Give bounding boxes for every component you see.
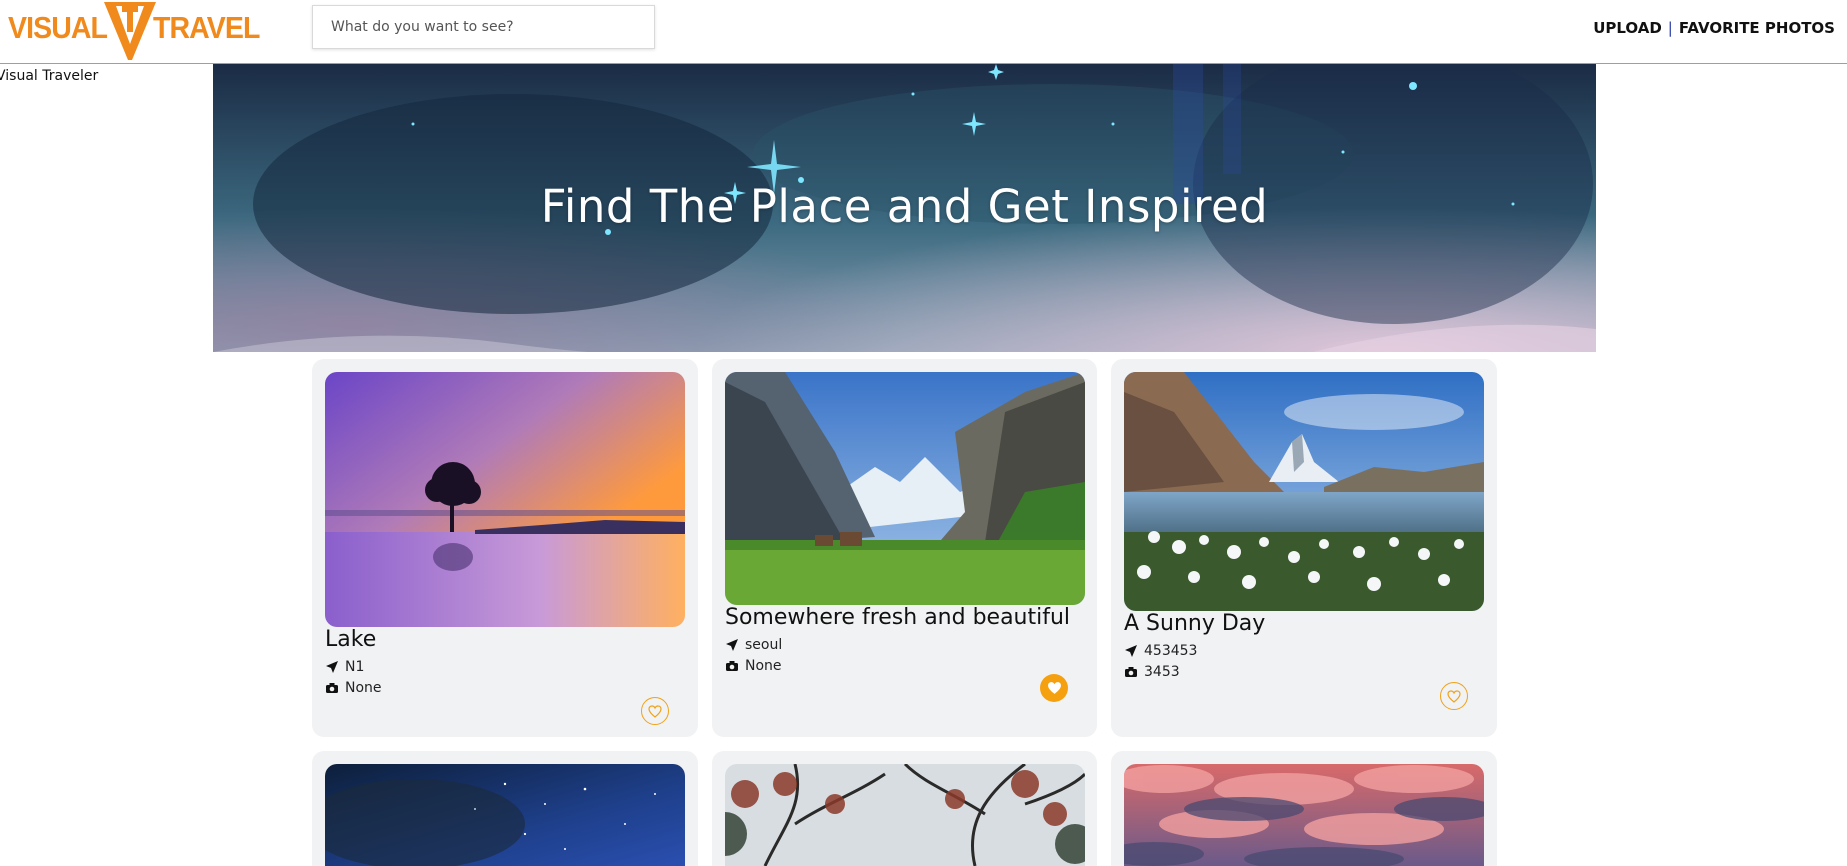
location-row: 453453 xyxy=(1124,643,1197,659)
camera-icon xyxy=(1125,667,1137,677)
photo-card[interactable]: Somewhere fresh and beautiful seoul None xyxy=(712,359,1097,737)
location-row: N1 xyxy=(325,659,364,675)
photo-thumbnail[interactable] xyxy=(725,764,1085,866)
location-arrow-icon xyxy=(1125,645,1137,657)
photo-thumbnail[interactable] xyxy=(325,764,685,866)
photo-card[interactable] xyxy=(1111,751,1497,866)
photo-title: Somewhere fresh and beautiful xyxy=(725,605,1071,630)
favorite-photos-link[interactable]: FAVORITE PHOTOS xyxy=(1679,19,1835,37)
logo[interactable]: VISUAL TRAVEL xyxy=(8,0,260,62)
photo-card[interactable] xyxy=(312,751,698,866)
location-arrow-icon xyxy=(326,661,338,673)
camera-text: None xyxy=(745,658,782,674)
camera-row: 3453 xyxy=(1124,664,1180,680)
favorite-heart-button[interactable] xyxy=(1040,674,1068,702)
camera-text: None xyxy=(345,680,382,696)
photo-thumbnail[interactable] xyxy=(325,372,685,627)
heart-outline-icon xyxy=(648,704,662,718)
location-text: 453453 xyxy=(1144,643,1198,659)
logo-word-visual: VISUAL xyxy=(8,10,108,45)
heart-outline-icon xyxy=(1447,689,1461,703)
upload-link[interactable]: UPLOAD xyxy=(1593,19,1662,37)
hero-title: Find The Place and Get Inspired xyxy=(540,180,1269,233)
hero-banner: Find The Place and Get Inspired xyxy=(213,64,1596,352)
photo-card[interactable]: Lake N1 None xyxy=(312,359,698,737)
camera-icon xyxy=(726,661,738,671)
photo-thumbnail[interactable] xyxy=(1124,764,1484,866)
camera-row: None xyxy=(725,658,782,674)
camera-row: None xyxy=(325,680,382,696)
top-nav: UPLOAD | FAVORITE PHOTOS xyxy=(1593,19,1835,37)
logo-v-mark xyxy=(104,2,156,60)
photo-card[interactable] xyxy=(712,751,1097,866)
location-arrow-icon xyxy=(726,639,738,651)
location-row: seoul xyxy=(725,637,782,653)
photo-card[interactable]: A Sunny Day 453453 3453 xyxy=(1111,359,1497,737)
broken-image-alt-text: Visual Traveler xyxy=(0,68,99,84)
heart-filled-icon xyxy=(1047,682,1061,694)
favorite-heart-button[interactable] xyxy=(641,697,669,725)
top-header: VISUAL TRAVEL UPLOAD | FAVORITE PHOTOS xyxy=(0,0,1847,64)
camera-icon xyxy=(326,683,338,693)
location-text: seoul xyxy=(745,637,783,653)
nav-separator: | xyxy=(1667,19,1673,37)
logo-word-travel: TRAVEL xyxy=(153,10,260,45)
photo-title: Lake xyxy=(325,627,377,652)
camera-text: 3453 xyxy=(1144,664,1180,680)
photo-title: A Sunny Day xyxy=(1124,611,1266,636)
location-text: N1 xyxy=(345,659,365,675)
favorite-heart-button[interactable] xyxy=(1440,682,1468,710)
photo-thumbnail[interactable] xyxy=(725,372,1085,605)
photo-thumbnail[interactable] xyxy=(1124,372,1484,611)
search-input[interactable] xyxy=(312,5,655,49)
